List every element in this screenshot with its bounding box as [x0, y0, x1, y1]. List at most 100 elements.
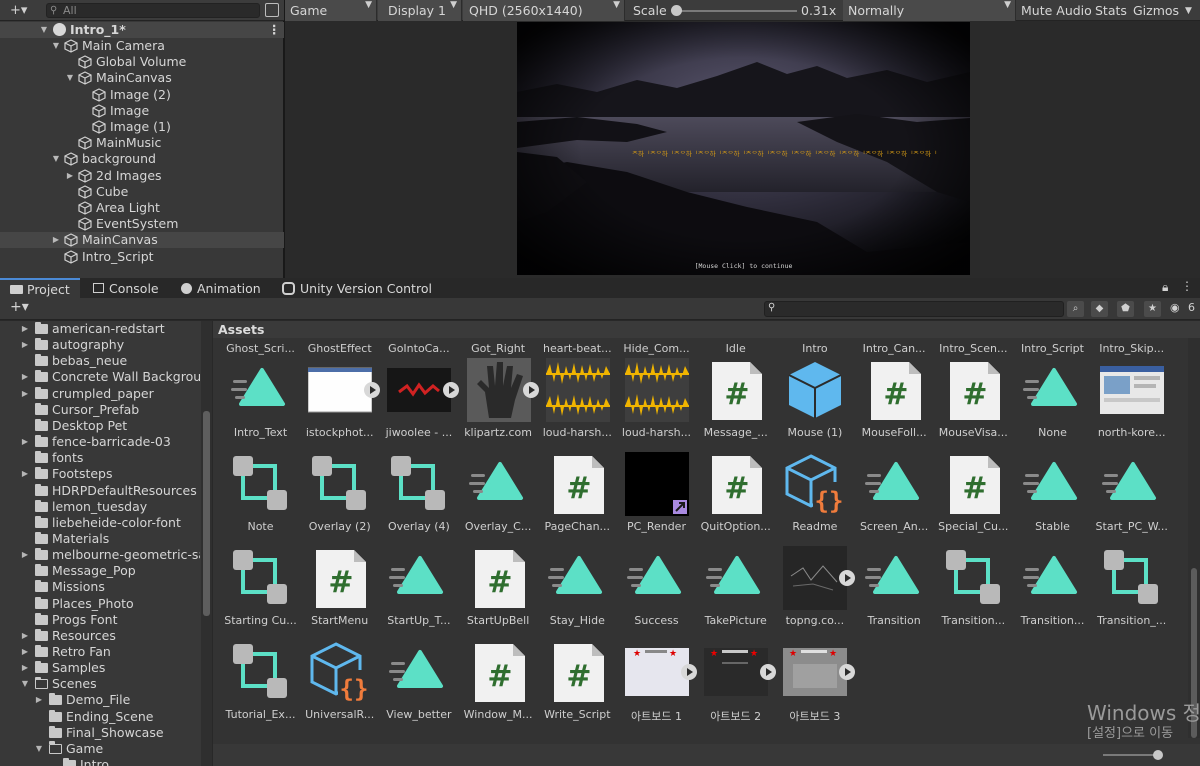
asset-tile[interactable]: istockphot... — [300, 358, 381, 448]
asset-tile[interactable]: PC_Render — [617, 452, 696, 542]
fold-open-icon[interactable]: ▼ — [50, 38, 62, 54]
asset-label[interactable]: GoIntoCa... — [379, 342, 458, 355]
asset-tile[interactable]: Tutorial_Ex... — [221, 640, 300, 730]
asset-tile[interactable]: Note — [221, 452, 300, 542]
folder-tree-scrollbar[interactable] — [201, 321, 212, 766]
fold-closed-icon[interactable]: ▶ — [50, 232, 62, 248]
asset-tile[interactable]: # PageChan... — [538, 452, 617, 542]
fold-open-icon[interactable]: ▼ — [64, 70, 76, 86]
asset-label[interactable]: Intro — [775, 342, 854, 355]
asset-label[interactable]: Hide_Com... — [617, 342, 696, 355]
favorites-star-icon[interactable]: ★ — [1144, 301, 1161, 317]
asset-tile[interactable]: Stay_Hide — [538, 546, 617, 636]
asset-tile[interactable]: ★ ★ 아트보드 1 — [617, 640, 697, 730]
folder-tree-item[interactable]: Message_Pop — [0, 563, 200, 579]
folder-tree-item[interactable]: ▶ Concrete Wall Background — [0, 369, 200, 385]
asset-tile[interactable]: Stable — [1013, 452, 1092, 542]
hierarchy-item[interactable]: ▶ 2d Images — [0, 168, 284, 184]
fold-closed-icon[interactable]: ▶ — [20, 337, 30, 353]
play-preview-icon[interactable] — [760, 664, 777, 680]
asset-tile[interactable]: Overlay (2) — [300, 452, 379, 542]
asset-tile[interactable]: Overlay (4) — [379, 452, 458, 542]
panel-menu-icon[interactable]: ⋮ — [1181, 279, 1193, 293]
asset-label[interactable]: heart-beat... — [538, 342, 617, 355]
play-preview-icon[interactable] — [443, 382, 460, 398]
asset-tile[interactable]: Transition... — [1013, 546, 1092, 636]
asset-tile[interactable]: # StartMenu — [300, 546, 379, 636]
asset-tile[interactable]: Transition... — [934, 546, 1013, 636]
folder-tree-item[interactable]: lemon_tuesday — [0, 499, 200, 515]
folder-tree-scroll-thumb[interactable] — [203, 411, 210, 616]
scale-slider-thumb[interactable] — [671, 5, 682, 16]
asset-tile[interactable]: # StartUpBell — [459, 546, 538, 636]
game-mode-dropdown[interactable]: Game ▼ — [285, 0, 377, 21]
asset-tile[interactable]: loud-harsh... — [617, 358, 696, 448]
hidden-packages-icon[interactable]: ◉ — [1170, 301, 1180, 314]
filter-by-label-icon[interactable]: ⬟ — [1117, 301, 1134, 317]
asset-tile[interactable]: # MouseVisa... — [934, 358, 1013, 448]
asset-label[interactable]: Intro_Script — [1013, 342, 1092, 355]
assets-scrollbar[interactable] — [1188, 338, 1200, 738]
folder-tree-item[interactable]: ▶ crumpled_paper — [0, 386, 200, 402]
asset-label[interactable]: Intro_Can... — [855, 342, 934, 355]
hierarchy-item[interactable]: Area Light — [0, 200, 284, 216]
asset-label[interactable]: Got_Right — [459, 342, 538, 355]
asset-tile[interactable]: # Special_Cu... — [934, 452, 1013, 542]
asset-tile[interactable]: None — [1013, 358, 1092, 448]
hierarchy-item[interactable]: Image (1) — [0, 119, 284, 135]
asset-tile[interactable]: TakePicture — [696, 546, 775, 636]
asset-tile[interactable]: Screen_An... — [855, 452, 934, 542]
display-dropdown[interactable]: Display 1 ▼ — [378, 0, 462, 21]
fold-closed-icon[interactable]: ▶ — [20, 386, 30, 402]
asset-tile[interactable]: jiwoolee - ... — [379, 358, 460, 448]
search-scene-icon[interactable] — [265, 3, 279, 17]
folder-tree-item[interactable]: ▶ fence-barricade-03 — [0, 434, 200, 450]
hierarchy-item[interactable]: ▶ MainCanvas — [0, 232, 284, 249]
hierarchy-item[interactable]: Image — [0, 103, 284, 119]
hierarchy-item[interactable]: Global Volume — [0, 54, 284, 70]
scene-menu-icon[interactable]: ⋮ — [268, 22, 281, 38]
play-preview-icon[interactable] — [839, 570, 856, 586]
fold-closed-icon[interactable]: ▶ — [20, 628, 30, 644]
asset-tile[interactable]: ★ ★ 아트보드 3 — [775, 640, 856, 730]
hierarchy-item[interactable]: ▼ background — [0, 151, 284, 167]
asset-tile[interactable]: Transition_... — [1092, 546, 1171, 636]
folder-tree-item[interactable]: Places_Photo — [0, 596, 200, 612]
play-preview-icon[interactable] — [839, 664, 856, 680]
asset-label[interactable]: GhostEffect — [300, 342, 379, 355]
folder-tree-item[interactable]: ▶ Retro Fan — [0, 644, 200, 660]
asset-tile[interactable]: # Write_Script — [538, 640, 617, 730]
folder-tree-item[interactable]: ▶ autography — [0, 337, 200, 353]
mute-audio-toggle[interactable]: Mute Audio — [1021, 0, 1092, 21]
asset-tile[interactable]: klipartz.com — [459, 358, 539, 448]
fold-closed-icon[interactable]: ▶ — [20, 369, 30, 385]
play-preview-icon[interactable] — [522, 382, 539, 398]
chevron-down-icon[interactable]: ▼ — [1185, 6, 1192, 16]
asset-label[interactable]: Intro_Scen... — [934, 342, 1013, 355]
hierarchy-add-button[interactable]: +▾ — [10, 2, 27, 19]
fold-closed-icon[interactable]: ▶ — [20, 660, 30, 676]
asset-tile[interactable]: Intro_Text — [221, 358, 300, 448]
fold-closed-icon[interactable]: ▶ — [20, 547, 30, 563]
tab-version-control[interactable]: Unity Version Control — [280, 278, 440, 299]
game-viewport[interactable]: ᄌ하ᅵᄌᄋ하ᅵᄌᄋ하ᅵᄌᄋ하ᅵᄌᄋ하ᅵᄌᄋ하ᅵᄌᄋ하ᅵᄌᄋ하ᅵᄌᄋ하ᅵᄌᄋ하ᅵᄌ… — [517, 22, 970, 275]
fold-closed-icon[interactable]: ▶ — [64, 168, 76, 184]
asset-tile[interactable]: Mouse (1) — [775, 358, 854, 448]
asset-tile[interactable]: ★ ★ 아트보드 2 — [696, 640, 777, 730]
asset-tile[interactable]: topng.co... — [775, 546, 856, 636]
asset-tile[interactable]: loud-harsh... — [538, 358, 617, 448]
asset-tile[interactable]: # MouseFoll... — [855, 358, 934, 448]
asset-tile[interactable]: {} UniversalR... — [300, 640, 379, 730]
icon-size-slider-thumb[interactable] — [1153, 750, 1163, 760]
folder-tree-item[interactable]: ▶ Footsteps — [0, 466, 200, 482]
folder-tree-item[interactable]: ▶ american-redstart — [0, 321, 200, 337]
asset-tile[interactable]: View_better — [379, 640, 458, 730]
project-add-button[interactable]: +▾ — [10, 299, 29, 315]
folder-tree-item[interactable]: fonts — [0, 450, 200, 466]
folder-tree-item[interactable]: Final_Showcase — [0, 725, 200, 741]
fold-open-icon[interactable]: ▼ — [38, 22, 50, 38]
filter-by-type-icon[interactable]: ◆ — [1091, 301, 1108, 317]
asset-tile[interactable]: # Message_... — [696, 358, 775, 448]
folder-tree-item[interactable]: ▶ Demo_File — [0, 692, 200, 708]
folder-tree-item[interactable]: bebas_neue — [0, 353, 200, 369]
